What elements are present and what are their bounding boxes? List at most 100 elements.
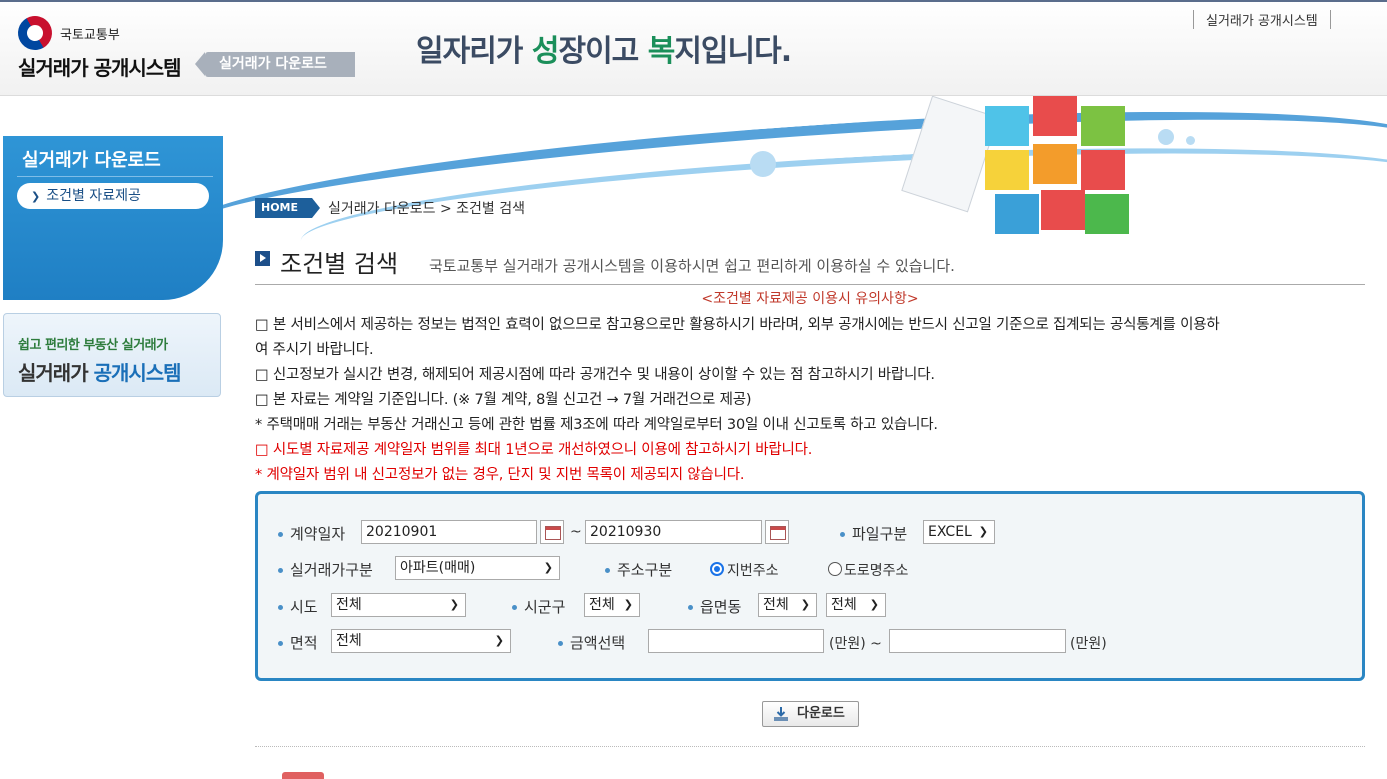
page-title: 조건별 검색	[280, 250, 399, 278]
eupmyeondong-select[interactable]: 전체 ❯	[758, 593, 817, 617]
sidebar-divider	[17, 176, 213, 177]
ri-value: 전체	[831, 597, 857, 613]
file-type-value: EXCEL	[928, 524, 972, 540]
bullet-icon	[558, 641, 563, 646]
date-from-input[interactable]	[361, 520, 537, 544]
notice-line-warning: □ 시도별 자료제공 계약일자 범위를 최대 1년으로 개선하였으니 이용에 참…	[255, 442, 813, 458]
amount-label: 금액선택	[558, 632, 625, 653]
sidebar-title: 실거래가 다운로드	[22, 150, 161, 171]
bullet-icon	[278, 568, 283, 573]
sidebar-item-condition[interactable]: ❯ 조건별 자료제공	[17, 183, 209, 209]
label-text: 시군구	[524, 598, 566, 616]
system-name: 실거래가 공개시스템	[18, 56, 182, 80]
label-text: 파일구분	[852, 525, 908, 543]
download-label: 다운로드	[797, 706, 845, 721]
chevron-down-icon: ❯	[800, 598, 810, 611]
label-text: 시도	[290, 598, 318, 616]
file-type-select[interactable]: EXCEL ❯	[923, 520, 995, 544]
amount-from-input[interactable]	[648, 629, 824, 653]
deal-type-value: 아파트(매매)	[400, 560, 476, 576]
breadcrumb-path: 실거래가 다운로드 > 조건별 검색	[328, 200, 526, 217]
deal-type-select[interactable]: 아파트(매매) ❯	[395, 556, 560, 580]
page-description: 국토교통부 실거래가 공개시스템을 이용하시면 쉽고 편리하게 이용하실 수 있…	[429, 257, 955, 275]
slogan-part: 일	[416, 34, 444, 69]
home-badge[interactable]: HOME	[255, 197, 321, 218]
slogan: 일자리가 성장이고 복지입니다.	[416, 26, 792, 70]
ri-select[interactable]: 전체 ❯	[826, 593, 886, 617]
amount-unit: (만원)	[1070, 636, 1107, 652]
slogan-part: 성	[531, 34, 560, 69]
section-tag: 실거래가 다운로드	[195, 52, 355, 77]
area-value: 전체	[336, 633, 362, 649]
calendar-icon[interactable]	[765, 520, 789, 544]
breadcrumb: HOME 실거래가 다운로드 > 조건별 검색	[255, 197, 525, 219]
title-marker-icon	[255, 251, 270, 266]
promo-title-part: 공개시스템	[87, 361, 182, 385]
notice-line: □ 본 서비스에서 제공하는 정보는 법적인 효력이 없으므로 참고용으로만 활…	[255, 317, 1220, 333]
date-to-input[interactable]	[585, 520, 762, 544]
promo-banner[interactable]: 쉽고 편리한 부동산 실거래가 실거래가 공개시스템	[3, 313, 221, 397]
search-form: 계약일자 ~ 파일구분 EXCEL❯ 실거래가구분 아파트(매매)❯ 주소구분 …	[255, 491, 1365, 681]
download-button[interactable]: 다운로드	[762, 701, 859, 727]
promo-title-part: 실거래가	[18, 361, 89, 385]
cube-tile	[1081, 106, 1125, 146]
cube-tile	[995, 194, 1039, 234]
radio-label: 지번주소	[727, 563, 779, 579]
download-icon	[774, 707, 788, 721]
cube-tile	[1081, 150, 1125, 190]
label-text: 읍면동	[700, 598, 742, 616]
chevron-right-icon: ❯	[31, 190, 41, 203]
chevron-down-icon: ❯	[978, 525, 988, 538]
top-link-system[interactable]: 실거래가 공개시스템	[1193, 10, 1331, 29]
page-title-bar: 조건별 검색 국토교통부 실거래가 공개시스템을 이용하시면 쉽고 편리하게 이…	[255, 244, 1365, 285]
chevron-down-icon: ❯	[869, 598, 879, 611]
bullet-icon	[688, 605, 693, 610]
label-text: 금액선택	[570, 634, 626, 652]
bubble-decoration	[750, 151, 776, 177]
slogan-part: 복	[647, 34, 676, 69]
ministry-name: 국토교통부	[60, 28, 120, 43]
calendar-icon[interactable]	[540, 520, 564, 544]
notice-heading: <조건별 자료제공 이용시 유의사항>	[701, 291, 919, 307]
sido-select[interactable]: 전체 ❯	[331, 593, 466, 617]
notice-line: □ 본 자료는 계약일 기준입니다. (※ 7월 계약, 8월 신고건 → 7월…	[255, 392, 752, 408]
label-text: 주소구분	[617, 561, 673, 579]
chevron-down-icon: ❯	[494, 634, 504, 647]
area-select[interactable]: 전체 ❯	[331, 629, 511, 653]
notice-line: □ 신고정보가 실시간 변경, 해제되어 제공시점에 따라 공개건수 및 내용이…	[255, 367, 935, 383]
sidebar-item-label: 조건별 자료제공	[46, 188, 141, 204]
cube-tile	[1033, 96, 1077, 136]
eupmyeondong-value: 전체	[763, 597, 789, 613]
sido-label: 시도	[278, 596, 318, 617]
amount-to-input[interactable]	[889, 629, 1066, 653]
sido-value: 전체	[336, 597, 362, 613]
rubik-cube-graphic	[985, 96, 1135, 236]
contract-date-label: 계약일자	[278, 523, 345, 544]
bubble-decoration	[1186, 136, 1195, 145]
section-divider	[255, 746, 1365, 747]
promo-subtitle: 쉽고 편리한 부동산 실거래가	[18, 338, 168, 353]
footer-decoration	[282, 772, 324, 779]
sigungu-label: 시군구	[512, 596, 565, 617]
slogan-part: 지입니다.	[674, 34, 792, 69]
taegeuk-logo-icon	[11, 9, 59, 57]
bubble-decoration	[1158, 129, 1174, 145]
amount-unit-range: (만원) ~	[829, 636, 882, 652]
promo-title: 실거래가 공개시스템	[18, 357, 182, 386]
label-text: 실거래가구분	[290, 561, 373, 579]
header-topline	[0, 0, 1387, 2]
cube-tile	[1041, 190, 1085, 230]
area-label: 면적	[278, 632, 318, 653]
bullet-icon	[278, 605, 283, 610]
sigungu-select[interactable]: 전체 ❯	[584, 593, 640, 617]
file-type-label: 파일구분	[840, 523, 907, 544]
cube-tile	[985, 106, 1029, 146]
radio-label: 도로명주소	[844, 563, 909, 579]
chevron-down-icon: ❯	[543, 561, 553, 574]
chevron-down-icon: ❯	[623, 598, 633, 611]
radio-road-address[interactable]	[828, 562, 842, 576]
notice-line: 여 주시기 바랍니다.	[255, 342, 374, 358]
radio-jibun-address[interactable]	[710, 562, 724, 576]
eupmyeondong-label: 읍면동	[688, 596, 741, 617]
notice-line: * 주택매매 거래는 부동산 거래신고 등에 관한 법률 제3조에 따라 계약일…	[255, 417, 938, 433]
